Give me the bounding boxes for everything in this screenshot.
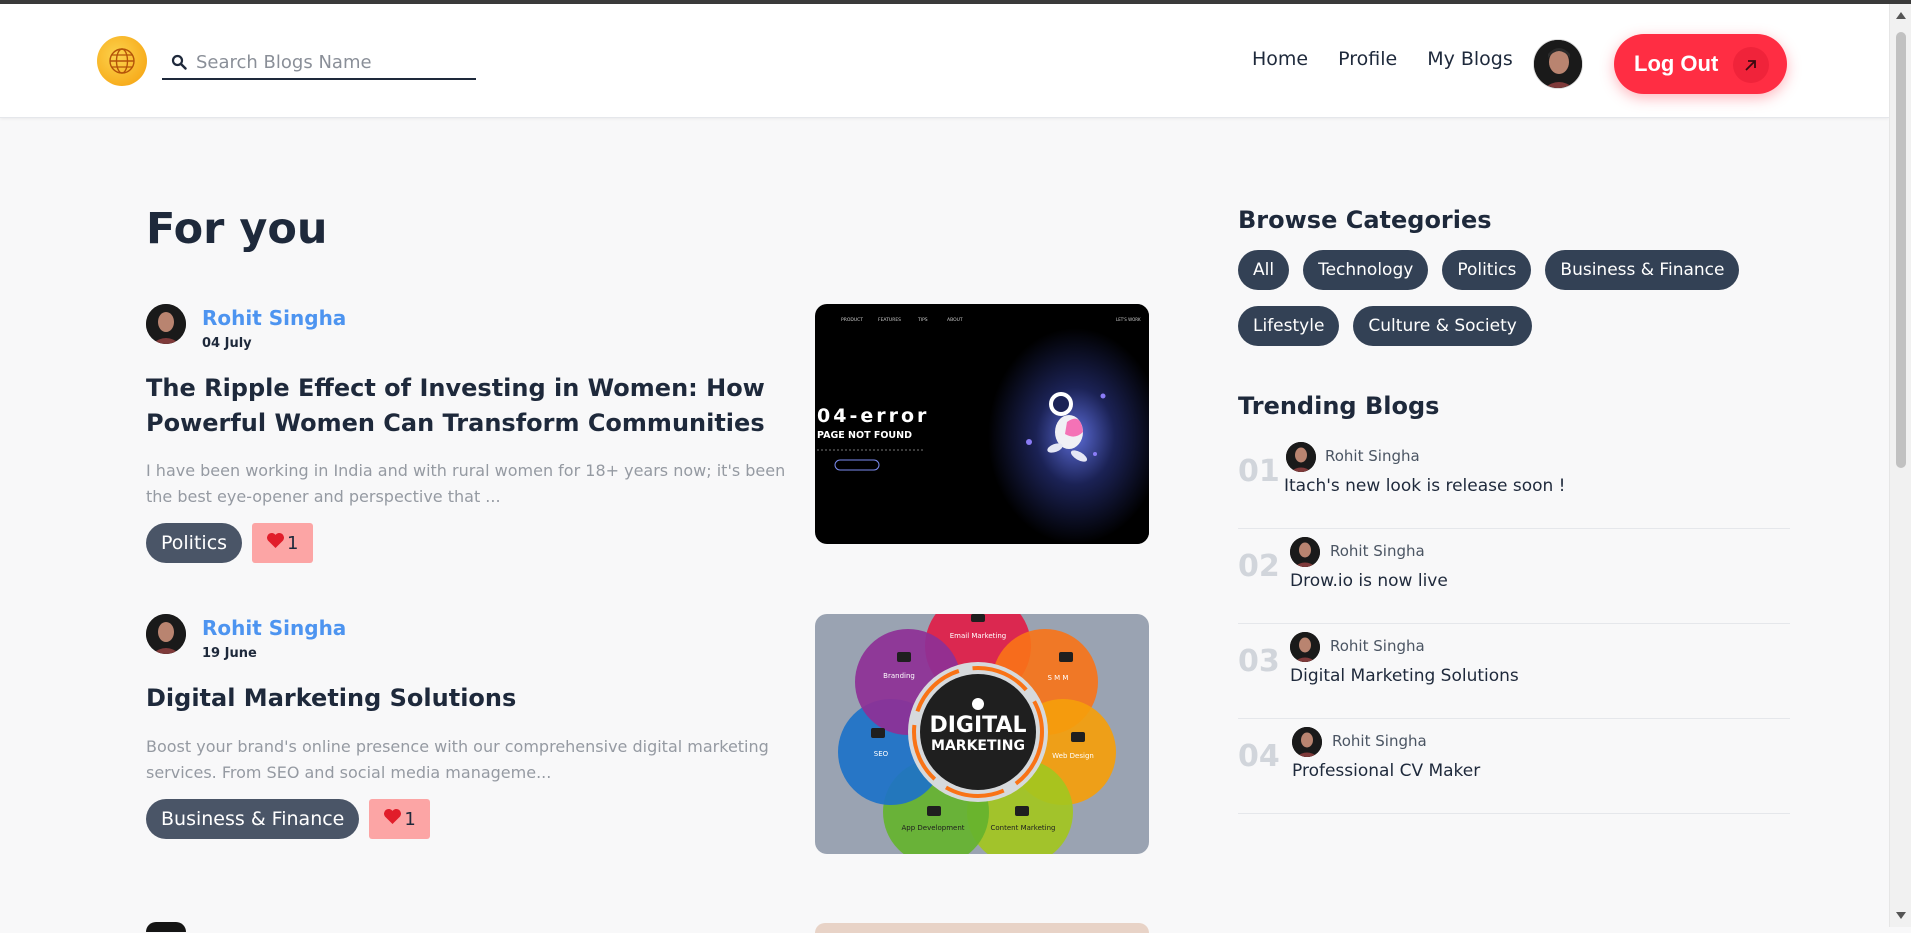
segment-label: S M M (1048, 674, 1069, 682)
category-all[interactable]: All (1238, 250, 1290, 290)
like-count: 1 (287, 532, 299, 554)
category-tag[interactable]: Politics (146, 523, 243, 563)
like-count: 1 (404, 808, 416, 830)
post-excerpt: Boost your brand's online presence with … (146, 737, 769, 782)
thumb-nav-4: ABOUT (947, 317, 963, 323)
post-tags: Business & Finance 1 (146, 799, 430, 839)
post-date: 19 June (202, 646, 257, 661)
author-name[interactable]: Rohit Singha (202, 616, 346, 640)
trending-rank: 02 (1238, 549, 1280, 584)
author-avatar (146, 922, 186, 932)
search-bar (162, 46, 476, 80)
trending-author: Rohit Singha (1332, 732, 1427, 750)
trending-item[interactable]: 04 Rohit Singha Professional CV Maker (1238, 719, 1790, 814)
logout-button[interactable]: Log Out (1614, 34, 1787, 94)
author-avatar[interactable] (146, 304, 186, 344)
post-tags: Politics 1 (146, 523, 313, 563)
nav-profile[interactable]: Profile (1338, 48, 1397, 70)
category-list: All Technology Politics Business & Finan… (1238, 250, 1790, 346)
segment-label: Branding (883, 672, 915, 680)
heart-icon (266, 532, 285, 554)
trending-author: Rohit Singha (1330, 637, 1425, 655)
main-nav: Home Profile My Blogs (1252, 48, 1513, 70)
heart-icon (383, 808, 402, 830)
thumb-center-line2: MARKETING (931, 738, 1025, 754)
trending-heading: Trending Blogs (1238, 392, 1440, 420)
trending-item[interactable]: 03 Rohit Singha Digital Marketing Soluti… (1238, 624, 1790, 719)
post-excerpt: I have been working in India and with ru… (146, 461, 786, 506)
trending-item[interactable]: 01 Rohit Singha Itach's new look is rele… (1238, 434, 1790, 529)
trending-blogs: Trending Blogs 01 Rohit Singha Itach's n… (1238, 392, 1790, 814)
globe-icon[interactable] (97, 36, 147, 86)
scroll-up-icon[interactable] (1896, 12, 1906, 19)
segment-label: App Development (901, 824, 964, 832)
like-button[interactable]: 1 (252, 523, 313, 563)
post-author: Rohit Singha 19 June (146, 614, 346, 661)
trending-title[interactable]: Professional CV Maker (1292, 761, 1480, 781)
logout-label: Log Out (1634, 51, 1719, 76)
category-culture-society[interactable]: Culture & Society (1353, 306, 1532, 346)
thumb-subhead: PAGE NOT FOUND (817, 430, 912, 441)
arrow-up-right-icon (1733, 47, 1769, 83)
user-avatar[interactable] (1533, 39, 1583, 89)
browse-categories: Browse Categories All Technology Politic… (1238, 206, 1790, 346)
category-politics[interactable]: Politics (1442, 250, 1532, 290)
post-thumbnail[interactable]: DIGITAL MARKETING Email Marketing S M M … (815, 614, 1149, 854)
scrollbar-thumb[interactable] (1896, 32, 1906, 468)
post-author: Rohit Singha 04 July (146, 304, 346, 351)
author-avatar (1292, 727, 1322, 757)
thumb-nav-1: PRODUCT (841, 317, 863, 323)
post-title[interactable]: The Ripple Effect of Investing in Women:… (146, 371, 786, 441)
trending-rank: 01 (1238, 454, 1280, 489)
author-avatar[interactable] (146, 614, 186, 654)
segment-label: SEO (874, 750, 889, 758)
segment-label: Content Marketing (991, 824, 1056, 832)
segment-label: Email Marketing (950, 632, 1007, 640)
scroll-down-icon[interactable] (1896, 912, 1906, 919)
nav-my-blogs[interactable]: My Blogs (1427, 48, 1513, 70)
nav-home[interactable]: Home (1252, 48, 1308, 70)
thumb-headline: 04-error (817, 405, 929, 427)
thumb-nav-2: FEATURES (878, 317, 901, 323)
category-technology[interactable]: Technology (1303, 250, 1429, 290)
search-icon (162, 47, 196, 77)
thumb-nav-3: TIPS (917, 317, 928, 323)
search-input[interactable] (196, 51, 466, 73)
trending-author: Rohit Singha (1325, 447, 1420, 465)
post-title[interactable]: Digital Marketing Solutions (146, 681, 786, 716)
vertical-scrollbar[interactable] (1889, 4, 1911, 927)
trending-item[interactable]: 02 Rohit Singha Drow.io is now live (1238, 529, 1790, 624)
trending-title[interactable]: Itach's new look is release soon ! (1284, 476, 1566, 496)
post-date: 04 July (202, 336, 252, 351)
author-avatar (1290, 632, 1320, 662)
author-avatar (1286, 442, 1316, 472)
thumb-nav-5: LET'S WORK (1116, 317, 1141, 322)
trending-title[interactable]: Digital Marketing Solutions (1290, 666, 1519, 686)
author-avatar (1290, 537, 1320, 567)
categories-heading: Browse Categories (1238, 206, 1492, 234)
page-title: For you (146, 204, 328, 254)
trending-author: Rohit Singha (1330, 542, 1425, 560)
blog-post-card[interactable]: Rohit Singha 04 July The Ripple Effect o… (146, 304, 1149, 563)
like-button[interactable]: 1 (369, 799, 430, 839)
author-name[interactable]: Rohit Singha (202, 306, 346, 330)
thumb-center-line1: DIGITAL (929, 713, 1026, 738)
blog-post-card[interactable]: Rohit Singha 19 June Digital Marketing S… (146, 614, 1149, 859)
trending-rank: 04 (1238, 739, 1280, 774)
navbar: Home Profile My Blogs Log Out (0, 4, 1889, 118)
post-thumbnail (815, 923, 1149, 933)
trending-rank: 03 (1238, 644, 1280, 679)
category-lifestyle[interactable]: Lifestyle (1238, 306, 1340, 346)
segment-label: Web Design (1052, 752, 1094, 760)
category-tag[interactable]: Business & Finance (146, 799, 360, 839)
trending-title[interactable]: Drow.io is now live (1290, 571, 1448, 591)
category-business-finance[interactable]: Business & Finance (1545, 250, 1740, 290)
post-thumbnail[interactable]: PRODUCT FEATURES TIPS ABOUT LET'S WORK 0… (815, 304, 1149, 544)
trending-list: 01 Rohit Singha Itach's new look is rele… (1238, 434, 1790, 814)
